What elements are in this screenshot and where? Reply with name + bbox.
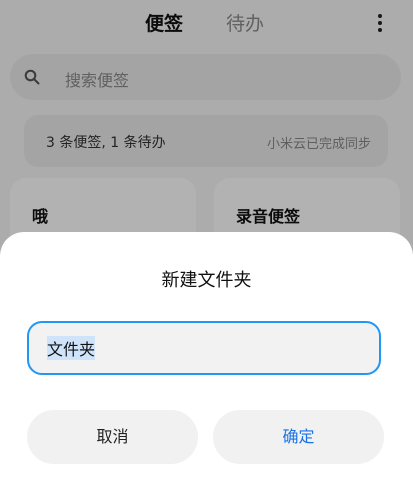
folder-name-input[interactable] xyxy=(27,321,381,375)
cancel-button[interactable]: 取消 xyxy=(27,410,198,464)
confirm-button[interactable]: 确定 xyxy=(213,410,384,464)
new-folder-dialog: 新建文件夹 取消 确定 xyxy=(0,232,413,489)
dialog-title: 新建文件夹 xyxy=(161,270,252,291)
